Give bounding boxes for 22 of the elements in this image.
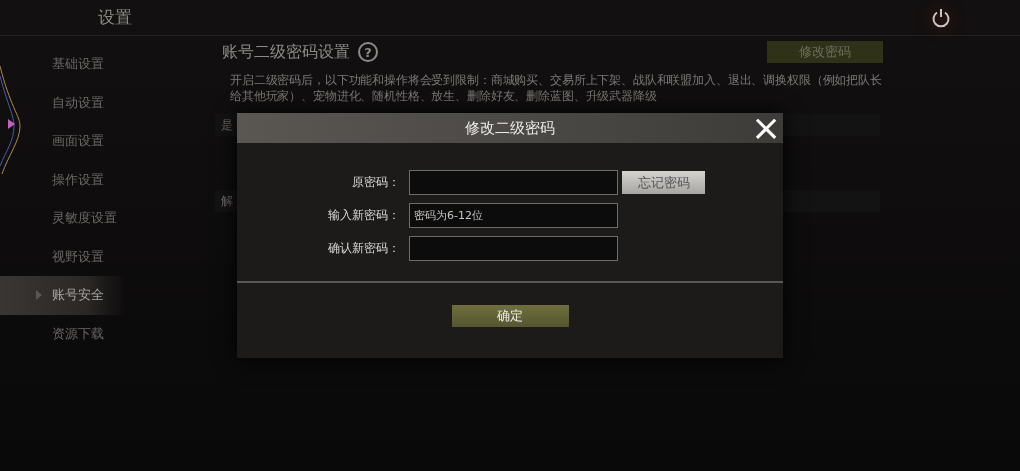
sidebar-item[interactable]: 资源下载 — [0, 314, 125, 353]
sidebar-item[interactable]: 画面设置 — [0, 122, 125, 161]
page-title: 设置 — [98, 6, 132, 29]
sidebar-item[interactable]: 自动设置 — [0, 83, 125, 122]
sidebar-item[interactable]: 操作设置 — [0, 160, 125, 199]
sidebar-item[interactable]: 基础设置 — [0, 45, 125, 84]
forgot-password-button[interactable]: 忘记密码 — [622, 171, 705, 194]
pointer-icon — [36, 290, 42, 300]
sidebar-item[interactable]: 灵敏度设置 — [0, 199, 125, 238]
confirm-button[interactable]: 确定 — [451, 305, 569, 327]
section-title: 账号二级密码设置 — [222, 41, 350, 63]
help-icon[interactable]: ? — [358, 42, 378, 62]
field-label: 原密码： — [351, 174, 400, 191]
password-field[interactable] — [409, 236, 618, 261]
change-password-button[interactable]: 修改密码 — [767, 41, 883, 63]
password-field[interactable] — [409, 170, 618, 195]
power-icon[interactable] — [930, 6, 952, 29]
password-field[interactable]: 密码为6-12位 — [409, 203, 618, 228]
dialog-title: 修改二级密码 — [465, 118, 555, 138]
field-label: 确认新密码： — [327, 240, 400, 257]
description-text: 开启二级密码后，以下功能和操作将会受到限制：商城购买、交易所上下架、战队和联盟加入、退出、调换权限（例如把队长给其他玩家）、宠物进化、随机性格、放生、删除好友、删除蓝图、升级武器降级 — [229, 72, 883, 104]
sidebar-item[interactable]: 视野设置 — [0, 237, 125, 276]
